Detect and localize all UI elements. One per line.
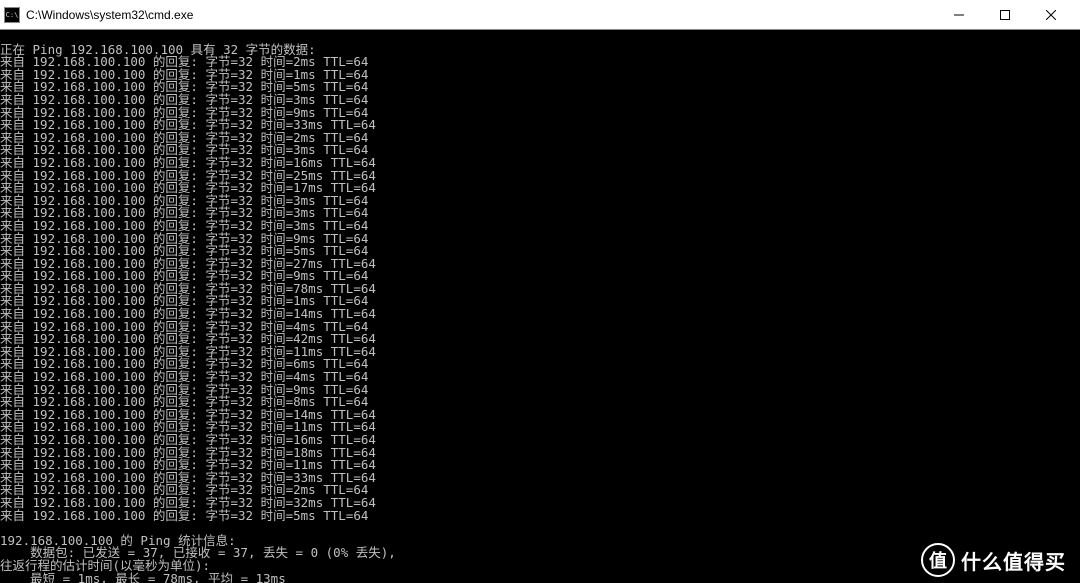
console-output[interactable]: 正在 Ping 192.168.100.100 具有 32 字节的数据: 来自 … — [0, 30, 1080, 583]
window-title: C:\Windows\system32\cmd.exe — [26, 8, 193, 22]
maximize-button[interactable] — [982, 0, 1028, 30]
close-button[interactable] — [1028, 0, 1074, 30]
watermark-text: 什么值得买 — [961, 546, 1066, 575]
watermark-badge-icon: 值 — [921, 543, 955, 577]
cmd-icon: C:\ — [4, 7, 20, 23]
minimize-button[interactable] — [936, 0, 982, 30]
cmd-window: C:\ C:\Windows\system32\cmd.exe 正在 Ping … — [0, 0, 1080, 583]
watermark: 值 什么值得买 — [921, 543, 1066, 577]
titlebar[interactable]: C:\ C:\Windows\system32\cmd.exe — [0, 0, 1080, 30]
window-controls — [936, 0, 1074, 30]
